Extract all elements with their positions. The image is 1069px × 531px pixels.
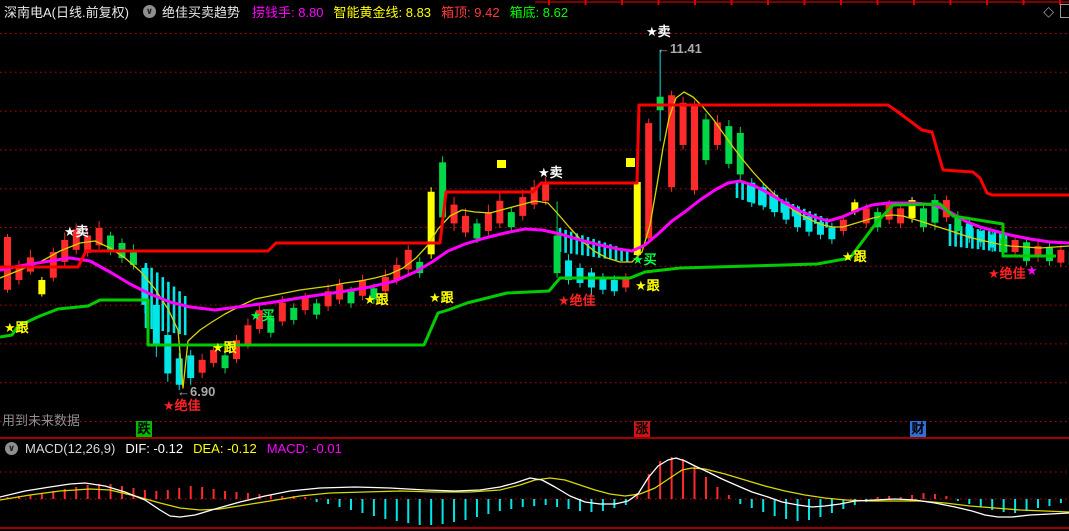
- indicator-field: 箱底: 8.62: [509, 4, 569, 20]
- macd-field: MACD: -0.01: [266, 441, 342, 456]
- buy-marker: ★买: [250, 308, 275, 323]
- follow-marker: ★跟: [635, 278, 660, 293]
- star-marker: ★: [1026, 263, 1038, 278]
- indicator-field: 箱顶: 9.42: [441, 4, 500, 20]
- macd-values: DIF: -0.12 DEA: -0.12 MACD: -0.01: [125, 441, 352, 456]
- indicator-field: 捞钱手: 8.80: [251, 4, 324, 20]
- window-icon[interactable]: [1060, 4, 1069, 18]
- stock-title: 深南电A(日线.前复权): [4, 4, 129, 20]
- price-high-label: ←11.41: [657, 41, 702, 56]
- chevron-down-icon[interactable]: ∨: [5, 442, 18, 455]
- diamond-icon[interactable]: ◇: [1043, 4, 1054, 18]
- indicator-name: 绝佳买卖趋势: [161, 4, 240, 20]
- best-marker: ★绝佳: [558, 293, 596, 308]
- tag-die: 跌: [136, 421, 152, 437]
- follow-marker: ★跟: [429, 290, 454, 305]
- sell-marker: ★卖: [64, 224, 89, 239]
- indicator-field: 智能黄金线: 8.83: [333, 4, 432, 20]
- macd-field: DEA: -0.12: [193, 441, 257, 456]
- stock-chart-window: ★卖 ★卖 ★卖 ★买 ★买 ★跟 ★跟 ★跟 ★跟 ★跟 ★跟 ★绝佳 ★绝佳 ★绝佳 ★ ←11.41 ←6…: [0, 0, 1069, 531]
- best-marker: ★绝佳: [988, 266, 1026, 281]
- buy-marker: ★买: [632, 252, 657, 267]
- tag-zhang: 涨: [634, 421, 650, 437]
- indicator-values: 捞钱手: 8.80 智能黄金线: 8.83 箱顶: 9.42 箱底: 8.62: [252, 2, 578, 21]
- sell-marker: ★卖: [646, 24, 671, 39]
- macd-indicator-name: MACD(12,26,9): [25, 441, 116, 456]
- follow-marker: ★跟: [842, 249, 867, 264]
- tag-cai: 财: [910, 421, 926, 437]
- follow-marker: ★跟: [4, 320, 29, 335]
- macd-header: ∨ MACD(12,26,9) DIF: -0.12 DEA: -0.12 MACD…: [0, 441, 352, 456]
- follow-marker: ★跟: [364, 292, 389, 307]
- macd-field: DIF: -0.12: [125, 441, 184, 456]
- indicator-title-bar: 深南电A(日线.前复权) ∨ 绝佳买卖趋势 捞钱手: 8.80 智能黄金线: 8.…: [0, 0, 1069, 22]
- sell-marker: ★卖: [538, 165, 563, 180]
- chevron-down-icon[interactable]: ∨: [142, 4, 156, 18]
- titlebar-right-icons: ◇: [1043, 4, 1069, 18]
- follow-marker: ★跟: [212, 340, 237, 355]
- price-low-label: ←6.90: [177, 384, 216, 399]
